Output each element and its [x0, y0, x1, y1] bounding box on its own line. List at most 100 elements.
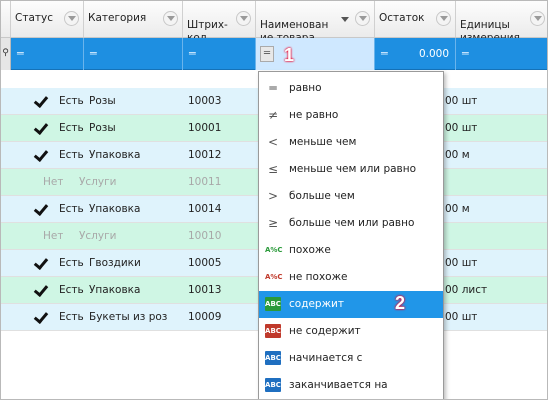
filter-cell-product-name[interactable]: ═ — [256, 38, 375, 70]
status-cell: Есть — [59, 284, 84, 296]
operator-option-label: начинается с — [289, 352, 363, 364]
starts-with-icon: ABC — [265, 351, 281, 365]
checkmark-icon — [33, 148, 47, 162]
filter-row-marker-icon: ⚲ — [1, 38, 11, 70]
operator-option[interactable]: ═ равно — [259, 75, 443, 102]
unit-cell: 00 лист — [445, 284, 488, 296]
checkmark-icon — [33, 283, 47, 297]
filter-icon[interactable] — [355, 11, 370, 26]
unit-cell: 00 м — [445, 149, 470, 161]
filter-icon[interactable] — [236, 11, 251, 26]
not-like-icon: A%C — [265, 273, 283, 281]
status-cell: Есть — [59, 203, 84, 215]
unit-cell: 00 шт — [445, 311, 478, 323]
category-cell: Розы — [89, 122, 116, 134]
status-cell: Есть — [59, 122, 84, 134]
operator-option-label: больше чем или равно — [289, 217, 415, 229]
filter-cell-status[interactable]: ═ — [11, 38, 84, 70]
checkmark-icon — [33, 256, 47, 270]
remaining-filter-value: 0.000 — [418, 48, 449, 60]
filter-icon[interactable] — [436, 11, 451, 26]
barcode-cell: 10012 — [188, 149, 222, 161]
operator-option-label: не похоже — [289, 271, 348, 283]
operator-option-label: меньше чем или равно — [289, 163, 417, 175]
filter-cell-remaining[interactable]: ═ 0.000 — [375, 38, 456, 70]
operator-option[interactable]: < меньше чем — [259, 129, 443, 156]
category-cell: Букеты из роз — [89, 311, 168, 323]
checkmark-icon — [33, 94, 47, 108]
column-header-unit[interactable]: Единицы измерения — [456, 1, 547, 44]
column-header-label: Категория — [88, 12, 147, 24]
operator-option[interactable]: > больше чем — [259, 183, 443, 210]
barcode-cell: 10001 — [188, 122, 222, 134]
operator-option[interactable]: ABC начинается с — [259, 345, 443, 372]
operator-option-label: похоже — [289, 244, 331, 256]
equals-icon: ═ — [462, 47, 469, 60]
greater-than-icon: > — [267, 189, 279, 203]
filter-cell-category[interactable]: ═ — [84, 38, 183, 70]
less-or-equal-icon: ≤ — [267, 162, 279, 176]
equals-icon: ═ — [381, 47, 388, 60]
filter-icon[interactable] — [163, 11, 178, 26]
category-cell: Упаковка — [89, 149, 141, 161]
column-header-label: Остаток — [379, 12, 425, 24]
category-cell: Гвоздики — [89, 257, 141, 269]
barcode-cell: 10014 — [188, 203, 222, 215]
step-badge-2: 2 — [394, 293, 405, 313]
column-header-remaining[interactable]: Остаток — [375, 1, 456, 37]
equals-icon: ═ — [90, 47, 97, 60]
column-header-status[interactable]: Статус — [11, 1, 84, 37]
operator-option-label: содержит — [289, 298, 344, 310]
operator-option[interactable]: ≠ не равно — [259, 102, 443, 129]
column-header-barcode[interactable]: Штрих- код — [183, 1, 256, 44]
grid-header: Статус Категория Штрих- код Наименован и… — [1, 1, 547, 44]
unit-cell: 00 м — [445, 203, 470, 215]
equals-icon: ═ — [17, 47, 24, 60]
category-cell: Услуги — [79, 230, 117, 242]
filter-icon[interactable] — [64, 11, 79, 26]
operator-button[interactable]: ═ — [260, 46, 274, 62]
operator-option-label: меньше чем — [289, 136, 357, 148]
operator-option[interactable]: A%C не похоже — [259, 264, 443, 291]
not-equals-icon: ≠ — [267, 108, 279, 122]
greater-or-equal-icon: ≥ — [267, 216, 279, 230]
barcode-cell: 10003 — [188, 95, 222, 107]
unit-cell: 00 шт — [445, 257, 478, 269]
operator-option[interactable]: ABC заканчивается на — [259, 372, 443, 399]
like-icon: A%C — [265, 246, 283, 254]
checkmark-icon — [33, 202, 47, 216]
category-cell: Упаковка — [89, 203, 141, 215]
barcode-cell: 10011 — [188, 176, 222, 188]
unit-cell: 00 шт — [445, 95, 478, 107]
column-header-category[interactable]: Категория — [84, 1, 183, 37]
status-cell: Нет — [43, 230, 64, 242]
filter-row: ⚲ ═ ═ ═ ═ ═ 0.000 ═ — [1, 38, 547, 70]
category-cell: Розы — [89, 95, 116, 107]
checkmark-icon — [33, 310, 47, 324]
step-badge-1: 1 — [283, 45, 294, 65]
operator-option[interactable]: ABC не содержит — [259, 318, 443, 345]
filter-cell-unit[interactable]: ═ — [456, 38, 547, 70]
column-header-product-name[interactable]: Наименован ие товара — [256, 1, 375, 44]
barcode-cell: 10010 — [188, 230, 222, 242]
category-cell: Услуги — [79, 176, 117, 188]
operator-option[interactable]: ABC содержит — [259, 291, 443, 318]
sort-desc-icon[interactable] — [341, 17, 349, 22]
status-cell: Нет — [43, 176, 64, 188]
operator-option-label: не содержит — [289, 325, 361, 337]
filter-cell-barcode[interactable]: ═ — [183, 38, 256, 70]
status-cell: Есть — [59, 257, 84, 269]
operator-option[interactable]: A%C похоже — [259, 237, 443, 264]
products-grid: Статус Категория Штрих- код Наименован и… — [0, 0, 548, 400]
status-cell: Есть — [59, 95, 84, 107]
filter-icon[interactable] — [530, 11, 545, 26]
operator-option[interactable]: ≤ меньше чем или равно — [259, 156, 443, 183]
operator-option[interactable]: ≥ больше чем или равно — [259, 210, 443, 237]
ends-with-icon: ABC — [265, 378, 281, 392]
status-cell: Есть — [59, 149, 84, 161]
status-cell: Есть — [59, 311, 84, 323]
category-cell: Упаковка — [89, 284, 141, 296]
contains-icon: ABC — [265, 297, 281, 311]
operator-option-label: не равно — [289, 109, 339, 121]
row-marker-header — [1, 1, 11, 37]
